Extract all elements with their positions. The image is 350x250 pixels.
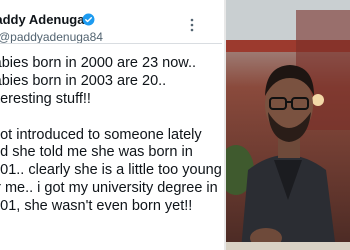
tweet-text: Babies born in 2000 are 23 now.. Babies … (0, 55, 222, 216)
tweet-line: for me.. i got my university degree in (0, 180, 218, 197)
display-name[interactable]: Daddy Adenuga (0, 12, 84, 27)
tweet-card: Daddy Adenuga @paddyadenuga84 Babies bor… (0, 0, 222, 250)
tweet-line: 2001.. clearly she is a little too young (0, 162, 222, 179)
tweet-paragraph-gap (0, 109, 222, 127)
verified-badge-icon (82, 13, 95, 26)
more-options-icon[interactable] (190, 18, 194, 32)
user-handle[interactable]: @paddyadenuga84 (0, 30, 103, 44)
tweet-line: and she told me she was born in (0, 144, 193, 161)
tweet-line: 2001, she wasn't even born yet!! (0, 198, 193, 215)
tweet-line: Babies born in 2000 are 23 now.. (0, 55, 197, 71)
divider (0, 43, 222, 44)
tweet-line: Interesting stuff!! (0, 90, 91, 107)
profile-photo (224, 0, 350, 250)
tweet-line: I got introduced to someone lately (0, 126, 202, 143)
tweet-line: Babies born in 2003 are 20.. (0, 72, 167, 89)
